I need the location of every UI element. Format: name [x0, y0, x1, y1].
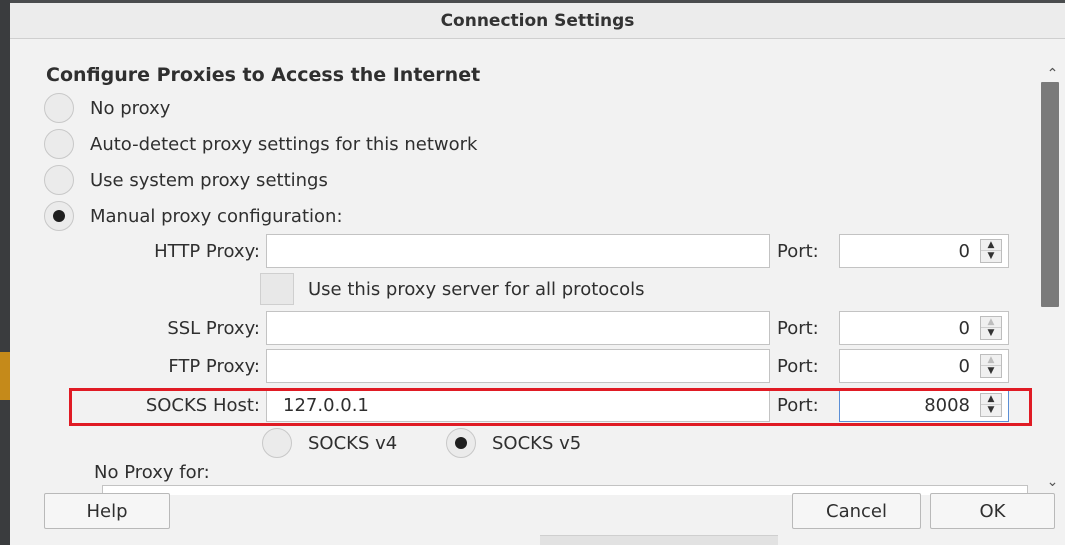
cancel-button[interactable]: Cancel	[792, 493, 921, 529]
http-port-value: 0	[958, 240, 970, 262]
socks-port-stepper[interactable]: 8008 ▲ ▼	[839, 388, 1009, 422]
ssl-port-stepper[interactable]: 0 ▲ ▼	[839, 311, 1009, 345]
spin-up-icon[interactable]: ▲	[981, 240, 1001, 251]
spin-down-icon[interactable]: ▼	[981, 405, 1001, 416]
ftp-port-stepper[interactable]: 0 ▲ ▼	[839, 349, 1009, 383]
radio-label: Auto-detect proxy settings for this netw…	[90, 133, 478, 155]
radio-label: Use system proxy settings	[90, 169, 328, 191]
socks-port-label: Port:	[777, 395, 819, 416]
ssl-port-label: Port:	[777, 318, 819, 339]
radio-socks-v5[interactable]: SOCKS v5	[446, 428, 581, 458]
radio-button[interactable]	[446, 428, 476, 458]
dialog-titlebar: Connection Settings	[10, 3, 1065, 39]
use-for-all-label: Use this proxy server for all protocols	[308, 279, 645, 300]
spin-up-icon[interactable]: ▲	[981, 355, 1001, 366]
http-proxy-label: HTTP Proxy:	[154, 241, 260, 262]
socks-port-value: 8008	[924, 394, 970, 416]
radio-label: SOCKS v4	[308, 432, 398, 454]
spin-buttons[interactable]: ▲ ▼	[980, 393, 1002, 417]
chevron-down-icon[interactable]: ⌄	[1040, 472, 1065, 492]
ssl-proxy-label: SSL Proxy:	[167, 318, 260, 339]
section-title: Configure Proxies to Access the Internet	[46, 64, 481, 86]
radio-auto-detect[interactable]: Auto-detect proxy settings for this netw…	[44, 129, 477, 159]
background-window-edge	[0, 0, 10, 545]
background-tab	[540, 535, 778, 545]
spin-down-icon[interactable]: ▼	[981, 251, 1001, 262]
ssl-proxy-input[interactable]	[266, 311, 770, 345]
spin-up-icon[interactable]: ▲	[981, 317, 1001, 328]
spin-down-icon[interactable]: ▼	[981, 366, 1001, 377]
chevron-up-icon[interactable]: ⌃	[1040, 64, 1065, 84]
ftp-proxy-label: FTP Proxy:	[168, 356, 260, 377]
radio-button[interactable]	[44, 201, 74, 231]
radio-button[interactable]	[44, 129, 74, 159]
ssl-port-value: 0	[958, 317, 970, 339]
ftp-port-value: 0	[958, 355, 970, 377]
radio-label: No proxy	[90, 97, 171, 119]
dialog-content: Configure Proxies to Access the Internet…	[10, 40, 1040, 490]
radio-label: SOCKS v5	[492, 432, 582, 454]
scroll-thumb[interactable]	[1041, 82, 1059, 307]
no-proxy-label: No Proxy for:	[94, 462, 210, 483]
http-port-label: Port:	[777, 241, 819, 262]
socks-host-input[interactable]: 127.0.0.1	[266, 388, 770, 422]
use-for-all-checkbox[interactable]	[260, 273, 294, 305]
spin-down-icon[interactable]: ▼	[981, 328, 1001, 339]
radio-button[interactable]	[262, 428, 292, 458]
http-proxy-input[interactable]	[266, 234, 770, 268]
radio-button[interactable]	[44, 93, 74, 123]
scrollbar[interactable]: ⌃ ⌄	[1040, 64, 1065, 492]
connection-settings-dialog: Connection Settings Configure Proxies to…	[10, 3, 1065, 545]
http-port-stepper[interactable]: 0 ▲ ▼	[839, 234, 1009, 268]
spin-buttons[interactable]: ▲ ▼	[980, 239, 1002, 263]
help-button[interactable]: Help	[44, 493, 170, 529]
spin-buttons[interactable]: ▲ ▼	[980, 354, 1002, 378]
ok-button[interactable]: OK	[930, 493, 1055, 529]
radio-socks-v4[interactable]: SOCKS v4	[262, 428, 397, 458]
radio-label: Manual proxy configuration:	[90, 205, 343, 227]
radio-manual-proxy[interactable]: Manual proxy configuration:	[44, 201, 343, 231]
ftp-port-label: Port:	[777, 356, 819, 377]
ftp-proxy-input[interactable]	[266, 349, 770, 383]
radio-no-proxy[interactable]: No proxy	[44, 93, 170, 123]
spin-buttons[interactable]: ▲ ▼	[980, 316, 1002, 340]
background-accent	[0, 352, 10, 400]
radio-system-proxy[interactable]: Use system proxy settings	[44, 165, 328, 195]
socks-host-label: SOCKS Host:	[145, 395, 260, 416]
radio-button[interactable]	[44, 165, 74, 195]
spin-up-icon[interactable]: ▲	[981, 394, 1001, 405]
dialog-title: Connection Settings	[440, 10, 635, 31]
